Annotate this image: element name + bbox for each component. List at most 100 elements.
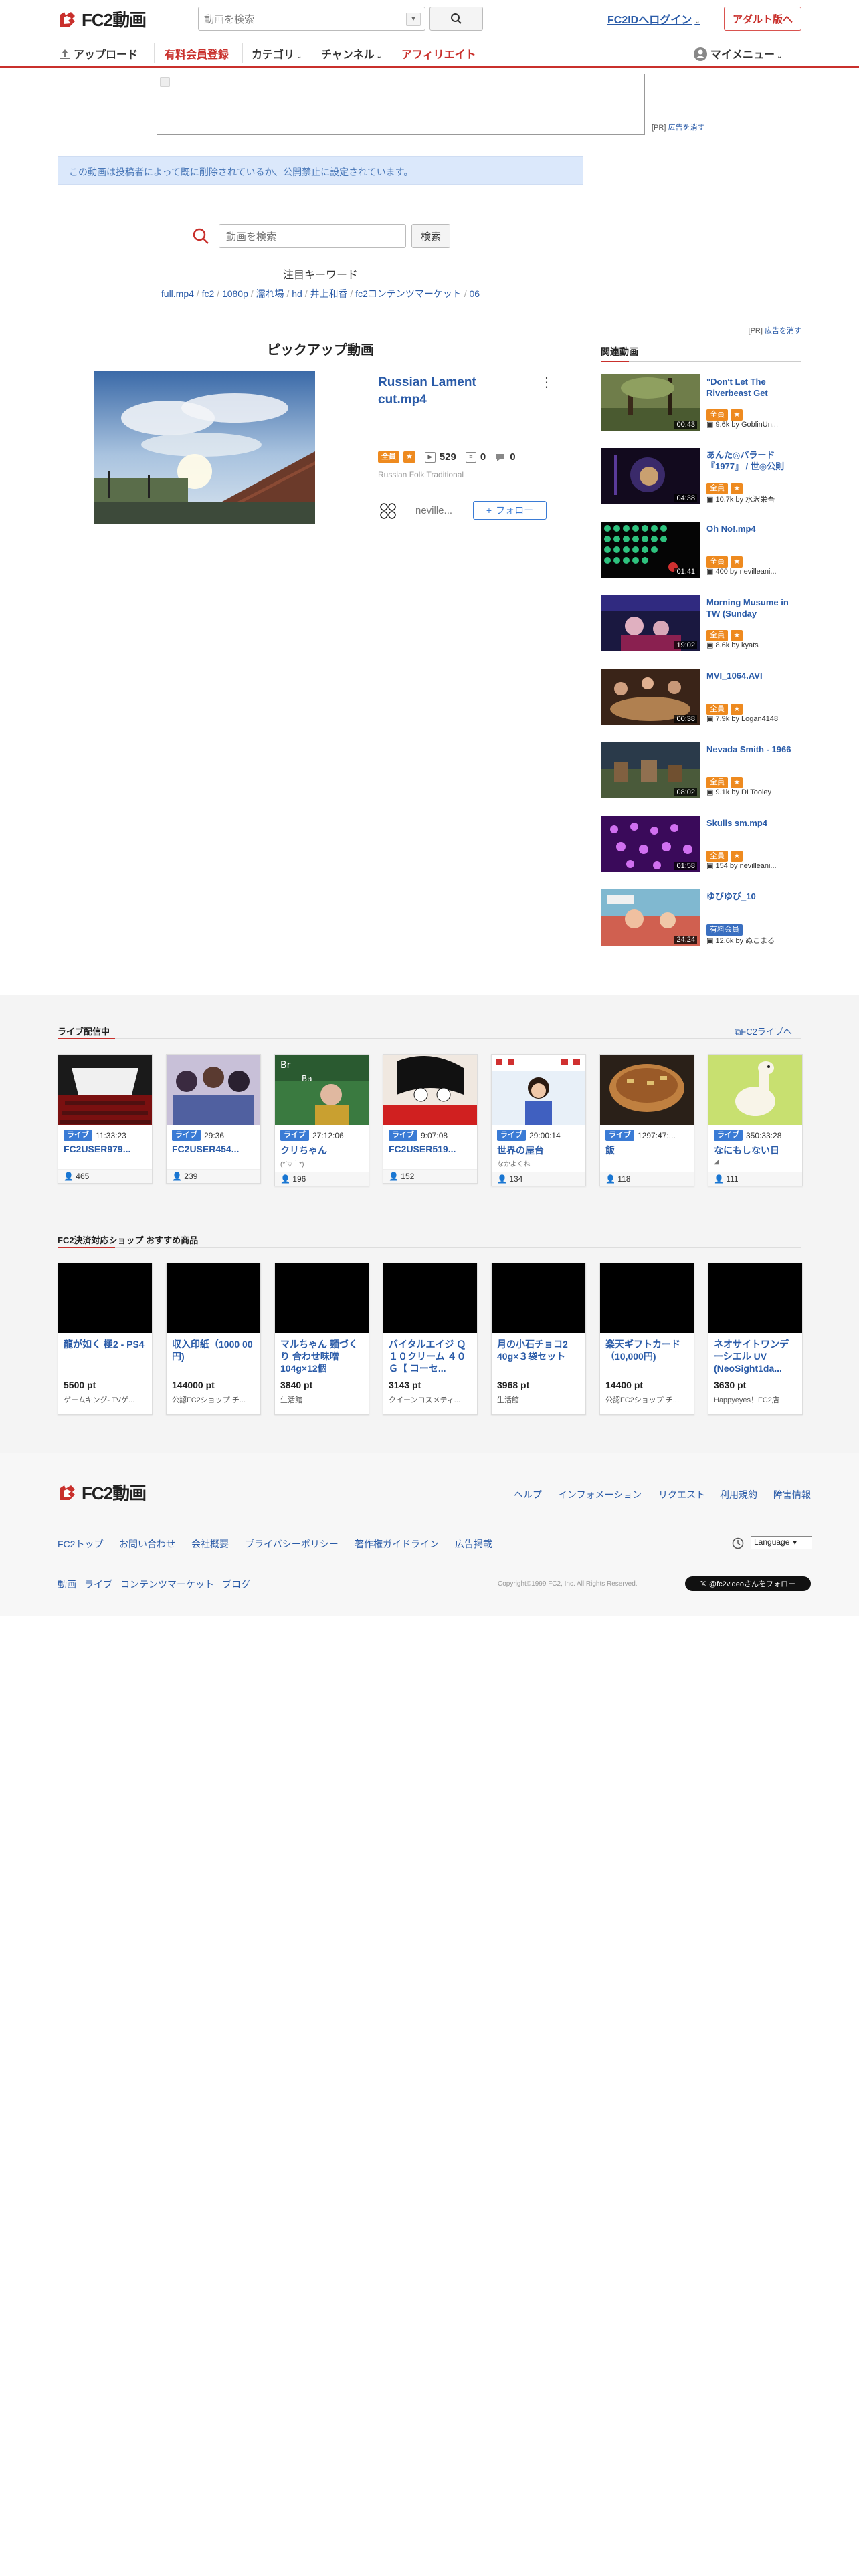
related-video[interactable]: 04:38 あんた◎バラード『1977』 / 世◎公則 全員 ★ ▣ 10.7k… bbox=[601, 448, 801, 508]
shop-item[interactable]: ネオサイトワンデーシエル UV (NeoSight1da... 3630 pt Ha… bbox=[708, 1263, 803, 1415]
footer-logo[interactable]: FC2動画 bbox=[58, 1480, 147, 1505]
live-card[interactable]: ライブ 29:00:14 世界の屋台 なかよくね 👤 134 bbox=[491, 1054, 586, 1186]
x-follow-button[interactable]: 𝕏 @fc2videoさんをフォロー bbox=[685, 1576, 811, 1591]
hide-ad-link[interactable]: 広告を消す bbox=[668, 124, 704, 132]
video-thumbnail[interactable]: 04:38 bbox=[601, 448, 700, 504]
footer-link-video[interactable]: 動画 bbox=[58, 1578, 76, 1591]
footer-link-information[interactable]: インフォメーション bbox=[558, 1488, 642, 1501]
nav-channel[interactable]: チャンネル ⌄ bbox=[321, 45, 382, 62]
video-thumbnail[interactable]: 19:02 bbox=[601, 595, 700, 651]
live-thumbnail bbox=[167, 1055, 260, 1125]
panel-search-button[interactable]: 検索 bbox=[411, 224, 450, 248]
pickup-title-link[interactable]: Russian Lament cut.mp4 bbox=[378, 374, 518, 409]
header-search-input[interactable]: 動画を検索 ▼ bbox=[198, 7, 425, 31]
video-thumbnail[interactable]: 01:58 bbox=[601, 816, 700, 872]
keyword-link[interactable]: full.mp4 bbox=[161, 288, 194, 299]
footer-link-copyright-guide[interactable]: 著作権ガイドライン bbox=[355, 1537, 439, 1551]
more-options-icon[interactable]: ⋮ bbox=[540, 374, 553, 391]
login-link[interactable]: FC2IDへログイン ⌄ bbox=[607, 11, 700, 27]
keyword-link[interactable]: 1080p bbox=[222, 288, 248, 299]
related-video[interactable]: 19:02 Morning Musume in TW (Sunday 全員 ★ … bbox=[601, 595, 801, 655]
related-video[interactable]: 01:58 Skulls sm.mp4 全員 ★ ▣ 154 by nevill… bbox=[601, 816, 801, 876]
related-video[interactable]: 00:38 MVI_1064.AVI 全員 ★ ▣ 7.9k by Logan4… bbox=[601, 669, 801, 729]
uploader[interactable]: by kyats bbox=[731, 641, 758, 649]
adult-version-button[interactable]: アダルト版へ bbox=[724, 7, 801, 31]
banner-ad[interactable] bbox=[157, 74, 645, 135]
video-thumbnail[interactable]: 24:24 bbox=[601, 889, 700, 946]
video-title[interactable]: Nevada Smith - 1966 bbox=[706, 744, 800, 766]
keyword-link[interactable]: 濡れ場 bbox=[256, 288, 284, 299]
shop-item[interactable]: 月の小石チョコ2 40g×３袋セット 3968 pt 生活館 bbox=[491, 1263, 586, 1415]
keyword-link[interactable]: fc2コンテンツマーケット bbox=[355, 288, 462, 299]
keyword-link[interactable]: 井上和香 bbox=[310, 288, 347, 299]
video-title[interactable]: "Don't Let The Riverbeast Get bbox=[706, 376, 800, 399]
keyword-link[interactable]: hd bbox=[292, 288, 302, 299]
nav-upload[interactable]: アップロード bbox=[59, 45, 138, 62]
video-title[interactable]: Skulls sm.mp4 bbox=[706, 817, 800, 840]
video-title[interactable]: ゆびゆび_10 bbox=[706, 891, 800, 914]
video-thumbnail[interactable]: 00:38 bbox=[601, 669, 700, 725]
footer-link-contact[interactable]: お問い合わせ bbox=[119, 1537, 175, 1551]
live-card[interactable]: ライブ 11:33:23 FC2USER979... 👤 465 bbox=[58, 1054, 153, 1184]
uploader[interactable]: by GoblinUn... bbox=[731, 421, 778, 429]
uploader[interactable]: by nevilleani... bbox=[730, 568, 777, 576]
nav-affiliate[interactable]: アフィリエイト bbox=[401, 45, 476, 62]
live-card[interactable]: ライブ 350:33:28 なにもしない日 ◢ 👤 111 bbox=[708, 1054, 803, 1186]
pickup-thumbnail[interactable] bbox=[94, 371, 315, 524]
fc2-logo[interactable]: FC2動画 bbox=[58, 7, 147, 31]
header-search-button[interactable] bbox=[430, 7, 483, 31]
video-title[interactable]: あんた◎バラード『1977』 / 世◎公則 bbox=[706, 449, 800, 472]
shop-item[interactable]: マルちゃん 麺づくり 合わせ味噌 104g×12個 3840 pt 生活館 bbox=[274, 1263, 369, 1415]
related-video[interactable]: 01:41 Oh No!.mp4 全員 ★ ▣ 400 by nevillean… bbox=[601, 522, 801, 582]
uploader[interactable]: by nevilleani... bbox=[730, 862, 777, 870]
shop-item[interactable]: 収入印紙（1000 00円) 144000 pt 公認FC2ショップ チ... bbox=[166, 1263, 261, 1415]
live-card[interactable]: ライブ 29:36 FC2USER454... 👤 239 bbox=[166, 1054, 261, 1184]
video-meta: ▣ 154 by nevilleani... bbox=[706, 861, 801, 870]
video-thumbnail[interactable]: 08:02 bbox=[601, 742, 700, 798]
shop-item[interactable]: 楽天ギフトカード（10,000円) 14400 pt 公認FC2ショップ チ... bbox=[599, 1263, 694, 1415]
footer-link-request[interactable]: リクエスト bbox=[658, 1488, 705, 1501]
live-card[interactable]: ライブ 1297:47:... 飯 👤 118 bbox=[599, 1054, 694, 1186]
related-video[interactable]: 24:24 ゆびゆび_10 有料会員 ▣ 12.6k by ぬこまる bbox=[601, 889, 801, 950]
language-select[interactable]: Language ▼ bbox=[751, 1536, 812, 1549]
views-count: 529 bbox=[439, 451, 456, 463]
footer-link-terms[interactable]: 利用規約 bbox=[720, 1488, 757, 1501]
live-card[interactable]: Br Ba ライブ 27:12:06 クリちゃん (*´▽｀*) 👤 196 bbox=[274, 1054, 369, 1186]
user-avatar[interactable] bbox=[378, 501, 398, 521]
search-type-dropdown-icon[interactable]: ▼ bbox=[406, 13, 421, 26]
shop-item[interactable]: バイタルエイジ Ｑ１０クリーム ４０Ｇ【 コーセ... 3143 pt クイーンコス… bbox=[383, 1263, 478, 1415]
footer-link-help[interactable]: ヘルプ bbox=[514, 1488, 542, 1501]
video-title[interactable]: Morning Musume in TW (Sunday bbox=[706, 597, 800, 619]
uploader[interactable]: by DLTooley bbox=[731, 788, 771, 796]
footer-link-contents-market[interactable]: コンテンツマーケット bbox=[120, 1578, 214, 1591]
panel-search-input[interactable]: 動画を検索 bbox=[219, 224, 406, 248]
hide-ad-link[interactable]: 広告を消す bbox=[765, 327, 801, 335]
footer-link-ads[interactable]: 広告掲載 bbox=[455, 1537, 492, 1551]
video-thumbnail[interactable]: 01:41 bbox=[601, 522, 700, 578]
live-card[interactable]: ライブ 9:07:08 FC2USER519... 👤 152 bbox=[383, 1054, 478, 1184]
video-title[interactable]: Oh No!.mp4 bbox=[706, 523, 800, 546]
related-video[interactable]: 00:43 "Don't Let The Riverbeast Get 全員 ★… bbox=[601, 374, 801, 435]
footer-link-blog[interactable]: ブログ bbox=[222, 1578, 250, 1591]
footer-link-company[interactable]: 会社概要 bbox=[191, 1537, 229, 1551]
video-thumbnail[interactable]: 00:43 bbox=[601, 374, 700, 431]
nav-premium[interactable]: 有料会員登録 bbox=[165, 45, 229, 62]
related-video[interactable]: 08:02 Nevada Smith - 1966 全員 ★ ▣ 9.1k by… bbox=[601, 742, 801, 802]
fc2-live-link[interactable]: ⧉FC2ライブへ bbox=[735, 1025, 792, 1037]
shop-item[interactable]: 龍が如く 極2 - PS4 5500 pt ゲームキング- TVゲ... bbox=[58, 1263, 153, 1415]
keyword-link[interactable]: fc2 bbox=[202, 288, 215, 299]
footer-link-outage[interactable]: 障害情報 bbox=[773, 1488, 811, 1501]
footer-link-live[interactable]: ライブ bbox=[84, 1578, 112, 1591]
uploader[interactable]: by 水沢栄吾 bbox=[735, 496, 775, 504]
video-title[interactable]: MVI_1064.AVI bbox=[706, 670, 800, 693]
follow-button[interactable]: + フォロー bbox=[473, 501, 547, 520]
keyword-link[interactable]: 06 bbox=[470, 288, 480, 299]
rating-badge: 全員 bbox=[706, 630, 728, 641]
footer-link-fc2top[interactable]: FC2トップ bbox=[58, 1537, 103, 1551]
nav-mymenu[interactable]: マイメニュー ⌄ bbox=[693, 45, 782, 62]
nav-category[interactable]: カテゴリ ⌄ bbox=[252, 45, 302, 62]
user-name[interactable]: neville... bbox=[415, 505, 452, 516]
uploader[interactable]: by ぬこまる bbox=[735, 937, 775, 945]
footer-link-privacy[interactable]: プライバシーポリシー bbox=[245, 1537, 339, 1551]
uploader[interactable]: by Logan4148 bbox=[731, 715, 778, 723]
